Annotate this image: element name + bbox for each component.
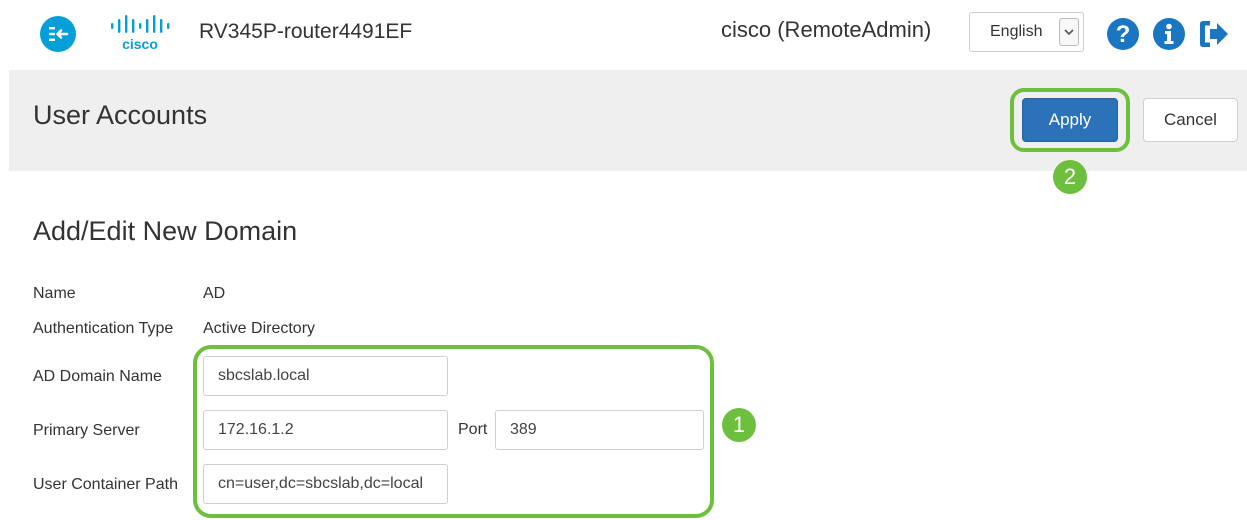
auth-type-label: Authentication Type — [33, 320, 174, 337]
ad-domain-name-label: AD Domain Name — [33, 368, 162, 385]
logout-icon[interactable] — [1197, 17, 1231, 51]
cisco-logo: cisco — [108, 13, 180, 53]
apply-button[interactable]: Apply — [1022, 98, 1118, 142]
cancel-button[interactable]: Cancel — [1143, 98, 1238, 142]
section-title: Add/Edit New Domain — [33, 216, 298, 246]
language-select[interactable]: English — [969, 12, 1084, 52]
name-value: AD — [203, 285, 226, 302]
language-value: English — [990, 23, 1043, 40]
svg-text:cisco: cisco — [122, 36, 158, 52]
name-label: Name — [33, 285, 76, 302]
current-user: cisco (RemoteAdmin) — [721, 17, 932, 42]
step-2-badge: 2 — [1053, 160, 1087, 194]
device-name: RV345P-router4491EF — [199, 20, 413, 43]
chevron-down-icon[interactable] — [1059, 18, 1079, 46]
help-icon[interactable]: ? — [1106, 17, 1140, 51]
svg-text:?: ? — [1116, 21, 1131, 48]
menu-toggle-icon[interactable] — [40, 16, 76, 52]
page-title: User Accounts — [33, 100, 208, 130]
top-bar: cisco RV345P-router4491EF cisco (RemoteA… — [0, 0, 1247, 68]
fields-highlight-outline — [193, 345, 714, 518]
info-icon[interactable] — [1152, 17, 1186, 51]
user-container-path-label: User Container Path — [33, 476, 178, 493]
primary-server-label: Primary Server — [33, 422, 140, 439]
step-1-badge: 1 — [722, 408, 756, 442]
auth-type-value: Active Directory — [203, 320, 316, 337]
